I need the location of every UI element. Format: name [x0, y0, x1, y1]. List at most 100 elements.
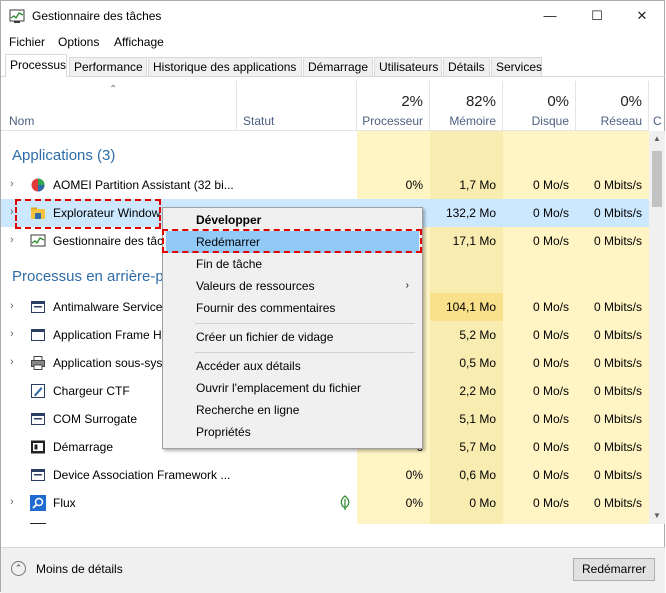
group-background: Processus en arrière-p	[12, 268, 164, 285]
disk-value: 0 Mo/s	[532, 384, 569, 398]
column-name[interactable]: ⌃ Nom	[1, 81, 237, 130]
column-disk[interactable]: 0% Disque	[503, 81, 576, 130]
memory-value: 5,7 Mo	[459, 440, 496, 454]
column-status[interactable]: Statut	[237, 81, 357, 130]
ctx-redemarrer[interactable]: Redémarrer	[166, 231, 419, 253]
process-name: Device Association Framework ...	[53, 468, 231, 482]
memory-value: 132,2 Mo	[445, 206, 496, 220]
folder-icon	[31, 207, 45, 219]
tab-historique[interactable]: Historique des applications	[148, 57, 302, 76]
service-icon	[31, 413, 45, 425]
title-bar[interactable]: Gestionnaire des tâches — ☐ ✕	[1, 1, 665, 31]
ctx-acceder-details[interactable]: Accéder aux détails	[166, 355, 419, 377]
maximize-button[interactable]: ☐	[574, 1, 620, 31]
column-network[interactable]: 0% Réseau	[576, 81, 649, 130]
expand-chevron-icon[interactable]: ›	[10, 178, 14, 190]
restart-button[interactable]: Redémarrer	[573, 558, 655, 581]
memory-value: 17,1 Mo	[452, 234, 496, 248]
cpu-total: 2%	[401, 93, 423, 110]
footer-bar: ⌃ Moins de détails Redémarrer	[1, 547, 665, 593]
disk-value: 0 Mo/s	[532, 440, 569, 454]
scroll-down-icon[interactable]: ▼	[649, 511, 665, 520]
cpu-value: 0%	[405, 178, 423, 192]
process-name: COM Surrogate	[53, 412, 138, 426]
ctx-fin-de-tache[interactable]: Fin de tâche	[166, 253, 419, 275]
process-name: Application Frame H	[53, 328, 162, 342]
expand-chevron-icon[interactable]: ›	[10, 356, 14, 368]
background-row[interactable]: Device Association Framework ... 0% 0,6 …	[1, 461, 649, 489]
memory-value: 1,7 Mo	[459, 178, 496, 192]
tab-details[interactable]: Détails	[443, 57, 490, 76]
scrollbar-thumb[interactable]	[652, 151, 662, 207]
minimize-button[interactable]: —	[527, 1, 573, 31]
expand-chevron-icon[interactable]: ›	[10, 496, 14, 508]
tab-performance[interactable]: Performance	[69, 57, 147, 76]
partition-icon	[31, 178, 45, 192]
task-manager-icon	[30, 234, 46, 247]
ctx-recherche-ligne[interactable]: Recherche en ligne	[166, 399, 419, 421]
disk-value: 0 Mo/s	[532, 206, 569, 220]
app-row[interactable]: › AOMEI Partition Assistant (32 bi... 0%…	[1, 171, 649, 199]
context-menu: Développer Redémarrer Fin de tâche Valeu…	[162, 207, 423, 449]
window-title: Gestionnaire des tâches	[32, 9, 162, 23]
memory-total: 82%	[465, 93, 496, 110]
search-icon	[30, 495, 46, 511]
expand-chevron-icon[interactable]: ›	[10, 234, 14, 246]
close-button[interactable]: ✕	[619, 1, 665, 31]
memory-value: 0,6 Mo	[459, 468, 496, 482]
collapse-up-icon[interactable]: ⌃	[11, 561, 26, 576]
background-row-partial[interactable]: ›	[1, 517, 649, 524]
expand-chevron-icon[interactable]: ›	[10, 328, 14, 340]
column-cpu[interactable]: 2% Processeur	[357, 81, 430, 130]
ctx-commentaires[interactable]: Fournir des commentaires	[166, 297, 419, 319]
ctx-valeurs-ressources[interactable]: Valeurs de ressources ›	[166, 275, 419, 297]
network-value: 0 Mbits/s	[593, 412, 642, 426]
background-row[interactable]: › Flux 0% 0 Mo 0 Mo/s 0 Mbits/s	[1, 489, 649, 517]
column-disk-label: Disque	[531, 114, 569, 128]
scroll-up-icon[interactable]: ▲	[649, 134, 665, 143]
ctx-valeurs-label: Valeurs de ressources	[196, 279, 315, 293]
vertical-scrollbar[interactable]: ▲ ▼	[649, 131, 665, 524]
process-name: Application sous-sys	[53, 356, 163, 370]
column-cpu-label: Processeur	[362, 114, 423, 128]
app-frame-icon	[31, 329, 45, 341]
disk-total: 0%	[547, 93, 569, 110]
ctx-developper[interactable]: Développer	[166, 209, 419, 231]
process-name: Chargeur CTF	[53, 384, 130, 398]
network-value: 0 Mbits/s	[593, 328, 642, 342]
ctf-icon	[31, 384, 45, 398]
service-icon	[31, 469, 45, 481]
disk-value: 0 Mo/s	[532, 356, 569, 370]
leaf-icon	[340, 495, 350, 510]
network-value: 0 Mbits/s	[593, 234, 642, 248]
column-memory-label: Mémoire	[449, 114, 496, 128]
ctx-separator	[195, 323, 415, 324]
disk-value: 0 Mo/s	[532, 468, 569, 482]
ctx-proprietes[interactable]: Propriétés	[166, 421, 419, 443]
tab-utilisateurs[interactable]: Utilisateurs	[374, 57, 442, 76]
column-memory[interactable]: 82% Mémoire	[430, 81, 503, 130]
tab-bar: Processus Performance Historique des app…	[1, 54, 665, 77]
ctx-fichier-vidage[interactable]: Créer un fichier de vidage	[166, 326, 419, 348]
menu-affichage[interactable]: Affichage	[114, 35, 164, 49]
tab-processus[interactable]: Processus	[5, 54, 67, 77]
network-value: 0 Mbits/s	[593, 206, 642, 220]
disk-value: 0 Mo/s	[532, 328, 569, 342]
expand-chevron-icon[interactable]: ›	[10, 300, 14, 312]
tab-services[interactable]: Services	[491, 57, 542, 76]
network-value: 0 Mbits/s	[593, 384, 642, 398]
expand-chevron-icon[interactable]: ›	[10, 206, 14, 218]
task-manager-window: Gestionnaire des tâches — ☐ ✕ Fichier Op…	[0, 0, 665, 593]
process-name: Gestionnaire des tâc	[53, 234, 164, 248]
cpu-value: 0%	[405, 496, 423, 510]
less-details-link[interactable]: Moins de détails	[36, 562, 123, 576]
menu-options[interactable]: Options	[58, 35, 99, 49]
process-name: Flux	[53, 496, 76, 510]
ctx-ouvrir-emplacement[interactable]: Ouvrir l'emplacement du fichier	[166, 377, 419, 399]
menu-fichier[interactable]: Fichier	[9, 35, 45, 49]
column-status-label: Statut	[243, 114, 275, 128]
network-value: 0 Mbits/s	[593, 300, 642, 314]
tab-demarrage[interactable]: Démarrage	[303, 57, 373, 76]
column-more-label: C	[653, 114, 662, 128]
service-icon	[31, 301, 45, 313]
